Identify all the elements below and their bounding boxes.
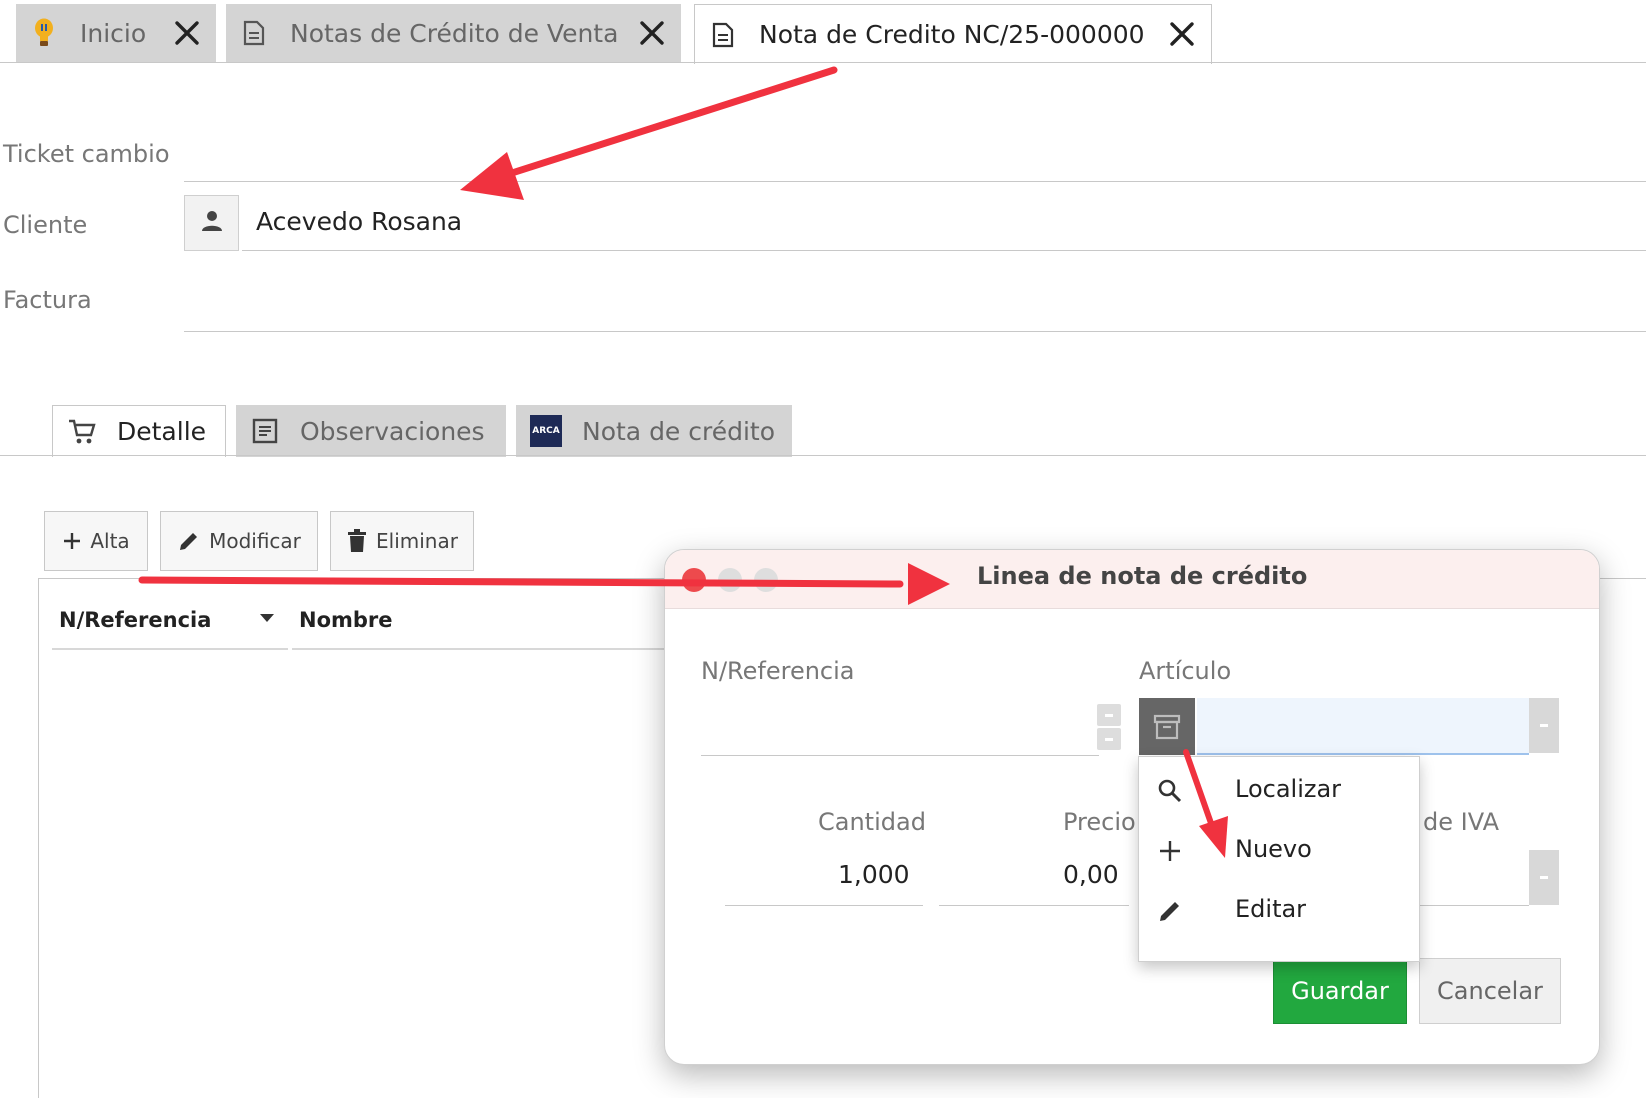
precio-input[interactable]	[939, 905, 1129, 906]
window-zoom-button[interactable]	[754, 568, 778, 592]
tab-detalle[interactable]: Detalle	[52, 405, 226, 457]
plus-icon	[64, 533, 81, 549]
alta-label: Alta	[90, 529, 130, 553]
arca-logo-text: ARCA	[532, 426, 560, 436]
modificar-label: Modificar	[209, 529, 301, 553]
spinner-up[interactable]	[1097, 704, 1121, 726]
alta-button[interactable]: Alta	[44, 511, 148, 571]
tab-observaciones[interactable]: Observaciones	[236, 405, 506, 457]
arca-logo: ARCA	[530, 415, 562, 447]
column-divider	[52, 648, 288, 650]
dialog-title: Linea de nota de crédito	[977, 562, 1308, 590]
annotation-arrow-cliente	[486, 66, 838, 184]
column-header-nombre[interactable]: Nombre	[299, 608, 393, 632]
cliente-lookup-button[interactable]	[184, 195, 239, 251]
sub-tab-divider	[0, 455, 1646, 456]
factura-label: Factura	[3, 286, 92, 314]
eliminar-button[interactable]: Eliminar	[330, 511, 474, 571]
tab-nota-credito-nc[interactable]: Nota de Credito NC/25-000000	[694, 4, 1212, 64]
tab-notas-credito-venta[interactable]: Notas de Crédito de Venta	[226, 4, 681, 62]
window-close-button[interactable]	[682, 568, 706, 592]
close-icon[interactable]	[1167, 19, 1197, 49]
cancelar-button[interactable]: Cancelar	[1419, 958, 1561, 1024]
articulo-label: Artículo	[1139, 657, 1232, 685]
menu-item-localizar[interactable]: Localizar	[1139, 763, 1419, 821]
cantidad-input[interactable]	[725, 905, 923, 906]
menu-item-editar[interactable]: Editar	[1139, 883, 1419, 941]
cantidad-value[interactable]: 1,000	[838, 860, 910, 889]
pencil-icon	[1155, 896, 1185, 926]
precio-value[interactable]: 0,00	[1063, 860, 1119, 889]
close-icon[interactable]	[172, 18, 202, 48]
sort-desc-icon[interactable]	[258, 612, 276, 624]
guardar-button[interactable]: Guardar	[1273, 958, 1407, 1024]
cantidad-label: Cantidad	[818, 808, 926, 836]
pencil-icon	[180, 533, 198, 550]
cart-icon	[67, 417, 97, 447]
spinner-down[interactable]	[1097, 728, 1121, 750]
person-icon	[199, 208, 225, 238]
cliente-input[interactable]	[242, 250, 1646, 251]
modificar-button[interactable]: Modificar	[160, 511, 318, 571]
column-divider	[292, 648, 664, 650]
menu-item-label: Localizar	[1235, 775, 1342, 803]
document-icon	[240, 19, 268, 47]
linea-nota-credito-dialog: Linea de nota de crédito N/Referencia Ar…	[664, 549, 1600, 1065]
trash-icon	[348, 529, 367, 552]
eliminar-label: Eliminar	[376, 529, 458, 553]
annotation-arrow-head	[460, 152, 524, 200]
articulo-dropdown[interactable]	[1529, 698, 1559, 753]
tab-label: Observaciones	[300, 416, 485, 446]
tab-label: Detalle	[117, 417, 207, 446]
nreferencia-input[interactable]	[701, 755, 1099, 756]
plus-icon	[1155, 836, 1185, 866]
nreferencia-label: N/Referencia	[701, 657, 855, 685]
archive-icon	[1153, 714, 1181, 739]
articulo-input[interactable]	[1197, 698, 1529, 755]
column-header-nreferencia[interactable]: N/Referencia	[59, 608, 211, 632]
tab-bar-divider	[0, 62, 1646, 63]
tab-nota-de-credito[interactable]: ARCA Nota de crédito	[516, 405, 792, 457]
lightbulb-icon	[30, 18, 58, 47]
ticket-cambio-label: Ticket cambio	[3, 140, 170, 168]
ticket-cambio-input[interactable]	[184, 181, 1646, 182]
document-icon	[709, 21, 737, 49]
tab-label: Nota de crédito	[582, 416, 776, 446]
notes-icon	[250, 416, 280, 446]
tab-inicio[interactable]: Inicio	[16, 4, 216, 62]
tab-label: Notas de Crédito de Venta	[290, 18, 619, 48]
iva-label: de IVA	[1423, 808, 1500, 836]
cliente-value[interactable]: Acevedo Rosana	[256, 207, 462, 236]
articulo-popup-menu: Localizar Nuevo Editar	[1138, 756, 1420, 962]
factura-input[interactable]	[184, 331, 1646, 332]
articulo-menu-button[interactable]	[1139, 698, 1195, 755]
window-minimize-button[interactable]	[718, 568, 742, 592]
iva-input[interactable]	[1405, 905, 1529, 906]
menu-item-nuevo[interactable]: Nuevo	[1139, 823, 1419, 881]
precio-label: Precio	[1063, 808, 1136, 836]
search-icon	[1155, 776, 1185, 806]
tab-label: Inicio	[80, 18, 147, 48]
tab-label: Nota de Credito NC/25-000000	[759, 20, 1145, 49]
menu-item-label: Editar	[1235, 895, 1307, 923]
menu-item-label: Nuevo	[1235, 835, 1312, 863]
iva-dropdown[interactable]	[1529, 850, 1559, 905]
close-icon[interactable]	[637, 18, 667, 48]
cliente-label: Cliente	[3, 211, 88, 239]
